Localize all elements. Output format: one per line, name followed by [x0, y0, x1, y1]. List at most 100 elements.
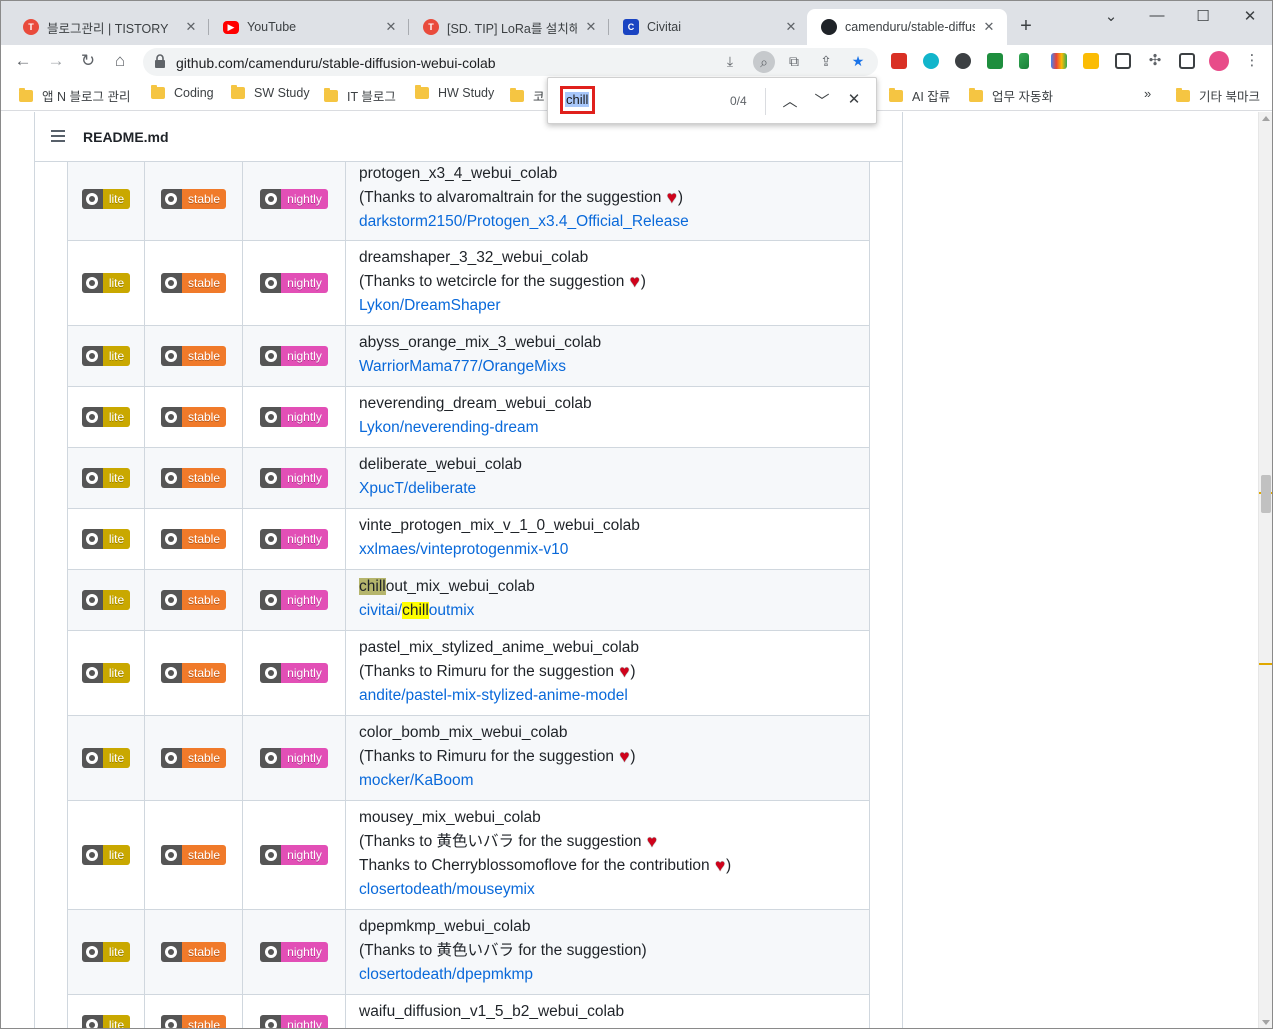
model-link[interactable]: Lykon/DreamShaper	[359, 297, 501, 314]
reload-button[interactable]: ↻	[77, 51, 99, 71]
find-icon[interactable]: ⌕	[753, 51, 775, 73]
lite-badge[interactable]: lite	[81, 590, 131, 610]
tab-youtube[interactable]: ▶ YouTube ✕	[209, 9, 409, 45]
stable-badge[interactable]: stable	[160, 273, 227, 293]
model-link[interactable]: xxlmaes/vinteprotogenmix-v10	[359, 541, 568, 558]
menu-icon[interactable]: ⋮	[1241, 51, 1263, 69]
model-link[interactable]: mocker/KaBoom	[359, 772, 474, 789]
lite-badge[interactable]: lite	[81, 748, 131, 768]
bookmark-folder[interactable]: 앱 N 블로그 관리	[19, 86, 130, 105]
bookmark-folder[interactable]: 업무 자동화	[969, 86, 1053, 105]
chevron-down-icon[interactable]: ⌄	[1099, 7, 1123, 25]
bookmark-star-icon[interactable]: ★	[849, 53, 867, 71]
nightly-badge[interactable]: nightly	[260, 1014, 328, 1028]
lite-badge[interactable]: lite	[81, 407, 131, 427]
new-tab-button[interactable]: +	[1015, 15, 1037, 38]
stable-badge[interactable]: stable	[160, 529, 227, 549]
install-icon[interactable]: ⤓	[721, 53, 739, 71]
nightly-badge[interactable]: nightly	[260, 748, 328, 768]
model-link[interactable]: WarriorMama777/OrangeMixs	[359, 358, 566, 375]
scroll-thumb[interactable]	[1261, 475, 1271, 513]
lite-badge[interactable]: lite	[81, 468, 131, 488]
extension-icon[interactable]	[987, 53, 1003, 69]
minimize-button[interactable]: —	[1145, 7, 1169, 24]
scrollbar[interactable]	[1258, 112, 1272, 1028]
maximize-button[interactable]: ☐	[1191, 7, 1215, 25]
close-icon[interactable]: ✕	[981, 19, 997, 35]
lite-badge[interactable]: lite	[81, 529, 131, 549]
scroll-down-arrow[interactable]	[1262, 1020, 1270, 1025]
share-icon[interactable]: ⇪	[817, 53, 835, 71]
stable-badge[interactable]: stable	[160, 942, 227, 962]
model-link[interactable]: closertodeath/mouseymix	[359, 881, 535, 898]
avatar[interactable]	[1209, 51, 1229, 71]
model-link[interactable]: Lykon/neverending-dream	[359, 419, 539, 436]
stable-badge[interactable]: stable	[160, 346, 227, 366]
stable-badge[interactable]: stable	[160, 189, 227, 209]
bookmark-folder[interactable]: AI 잡류	[889, 86, 950, 105]
bookmark-folder[interactable]: 코	[510, 86, 545, 105]
close-window-button[interactable]: ✕	[1238, 7, 1262, 25]
nightly-badge[interactable]: nightly	[260, 529, 328, 549]
lite-badge[interactable]: lite	[81, 189, 131, 209]
lite-badge[interactable]: lite	[81, 663, 131, 683]
lite-badge[interactable]: lite	[81, 346, 131, 366]
lite-badge[interactable]: lite	[81, 942, 131, 962]
model-link[interactable]: closertodeath/dpepmkmp	[359, 966, 533, 983]
translate-icon[interactable]: ⧉	[785, 53, 803, 71]
tab-sd-tip[interactable]: T [SD. TIP] LoRa를 설치해보 ✕	[409, 9, 609, 45]
stable-badge[interactable]: stable	[160, 468, 227, 488]
nightly-badge[interactable]: nightly	[260, 346, 328, 366]
list-icon[interactable]	[51, 130, 65, 145]
nightly-badge[interactable]: nightly	[260, 407, 328, 427]
stable-badge[interactable]: stable	[160, 748, 227, 768]
other-bookmarks[interactable]: 기타 북마크	[1176, 86, 1260, 105]
reading-list-icon[interactable]	[1115, 53, 1131, 69]
nightly-badge[interactable]: nightly	[260, 845, 328, 865]
find-input[interactable]: chill	[560, 86, 595, 114]
model-link[interactable]: darkstorm2150/Protogen_x3.4_Official_Rel…	[359, 213, 689, 230]
find-next-button[interactable]: ﹀	[812, 90, 832, 111]
tab-github[interactable]: camenduru/stable-diffus ✕	[807, 9, 1007, 45]
extension-icon[interactable]	[1051, 53, 1067, 69]
nightly-badge[interactable]: nightly	[260, 273, 328, 293]
sidepanel-icon[interactable]	[1179, 53, 1195, 69]
find-close-button[interactable]: ✕	[844, 90, 864, 108]
extension-icon[interactable]	[891, 53, 907, 69]
tab-civitai[interactable]: C Civitai ✕	[609, 9, 809, 45]
bookmark-folder[interactable]: IT 블로그	[324, 86, 396, 105]
lite-badge[interactable]: lite	[81, 845, 131, 865]
close-icon[interactable]: ✕	[383, 19, 399, 35]
nightly-badge[interactable]: nightly	[260, 942, 328, 962]
find-previous-button[interactable]: ︿	[780, 90, 800, 111]
scroll-up-arrow[interactable]	[1262, 116, 1270, 121]
lite-badge[interactable]: lite	[81, 1014, 131, 1028]
home-button[interactable]: ⌂	[109, 51, 131, 71]
puzzle-icon[interactable]: ✣	[1144, 51, 1166, 69]
bookmark-folder[interactable]: HW Study	[415, 85, 494, 100]
close-icon[interactable]: ✕	[783, 19, 799, 35]
nightly-badge[interactable]: nightly	[260, 590, 328, 610]
nightly-badge[interactable]: nightly	[260, 468, 328, 488]
stable-badge[interactable]: stable	[160, 663, 227, 683]
close-icon[interactable]: ✕	[583, 19, 599, 35]
extension-icon[interactable]	[923, 53, 939, 69]
bookmark-folder[interactable]: Coding	[151, 85, 214, 100]
model-link[interactable]: andite/pastel-mix-stylized-anime-model	[359, 687, 628, 704]
close-icon[interactable]: ✕	[183, 19, 199, 35]
extension-icon[interactable]	[1019, 53, 1029, 69]
back-button[interactable]: ←	[12, 51, 34, 71]
lite-badge[interactable]: lite	[81, 273, 131, 293]
stable-badge[interactable]: stable	[160, 845, 227, 865]
extension-icon[interactable]	[955, 53, 971, 69]
model-link[interactable]: civitai/chilloutmix	[359, 602, 474, 619]
stable-badge[interactable]: stable	[160, 1014, 227, 1028]
stable-badge[interactable]: stable	[160, 407, 227, 427]
address-bar[interactable]: github.com/camenduru/stable-diffusion-we…	[143, 48, 878, 76]
nightly-badge[interactable]: nightly	[260, 663, 328, 683]
extension-icon[interactable]	[1083, 53, 1099, 69]
bookmark-folder[interactable]: SW Study	[231, 85, 310, 100]
tab-tistory[interactable]: T 블로그관리 | TISTORY ✕	[9, 9, 209, 45]
bookmarks-overflow-button[interactable]: »	[1144, 86, 1151, 101]
model-link[interactable]: XpucT/deliberate	[359, 480, 476, 497]
